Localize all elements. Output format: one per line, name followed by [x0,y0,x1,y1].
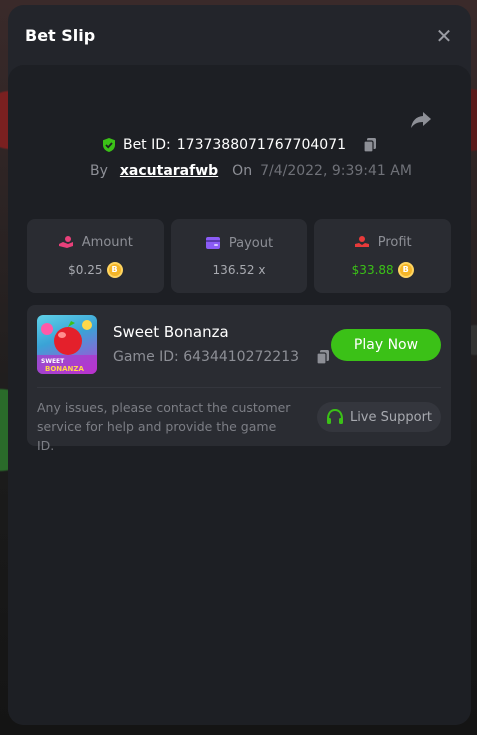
on-label: On [232,163,253,179]
stat-payout: Payout 136.52 x [170,219,308,293]
bet-id-row: Bet ID: 1737388071767704071 [8,137,471,153]
game-id-row: Game ID: 6434410272213 [113,349,331,365]
stat-amount: Amount $0.25 B [27,219,164,293]
support-message: Any issues, please contact the customer … [37,400,291,453]
divider [37,387,441,388]
payout-label: Payout [228,235,274,251]
amount-label: Amount [81,234,133,250]
live-support-label: Live Support [349,409,433,425]
bet-id-value: 1737388071767704071 [176,137,347,153]
coin-icon: B [397,261,414,278]
share-button[interactable] [409,107,433,131]
play-now-button[interactable]: Play Now [331,329,441,361]
amount-hand-icon [58,236,73,248]
game-name: Sweet Bonanza [113,323,229,341]
bet-meta-row: By xacutarafwb On 7/4/2022, 9:39:41 AM [90,163,412,179]
live-support-button[interactable]: Live Support [317,402,441,432]
copy-game-id-icon[interactable] [315,349,331,365]
wallet-icon [205,237,220,249]
game-card: SWEET BONANZA Sweet Bonanza Game ID: 643… [27,305,451,453]
modal-title: Bet Slip [25,25,96,45]
close-button[interactable]: ✕ [433,24,455,48]
shield-check-icon [102,138,115,152]
headset-icon [326,409,343,424]
modal-header: Bet Slip ✕ [8,5,471,65]
bet-slip-modal: Bet Slip ✕ Bet ID: 1737388071767704071 B… [8,5,471,725]
payout-value: 136.52 x [212,262,266,277]
bet-details-panel: Bet ID: 1737388071767704071 By xacutaraf… [8,65,471,725]
close-icon: ✕ [435,24,453,48]
bet-date: 7/4/2022, 9:39:41 AM [260,163,412,179]
svg-text:SWEET: SWEET [41,358,65,365]
coin-icon: B [106,261,123,278]
bet-stats: Amount $0.25 B Payout 136.52 x Profit $3… [27,219,452,293]
bet-id-label: Bet ID: [122,137,171,153]
copy-bet-id-icon[interactable] [362,137,378,153]
by-label: By [90,163,108,179]
amount-value: $0.25 [68,262,103,277]
share-icon [411,112,431,128]
stat-profit: Profit $33.88 B [314,219,452,293]
profit-value: $33.88 [351,262,394,277]
username-link[interactable]: xacutarafwb [120,163,218,179]
profit-hand-icon [354,236,369,247]
profit-label: Profit [377,234,412,250]
game-id-label: Game ID: [113,349,179,365]
game-art: SWEET BONANZA [37,320,97,374]
svg-text:BONANZA: BONANZA [45,365,84,373]
game-thumbnail[interactable]: SWEET BONANZA [37,315,97,374]
game-id-value: 6434410272213 [183,349,300,365]
